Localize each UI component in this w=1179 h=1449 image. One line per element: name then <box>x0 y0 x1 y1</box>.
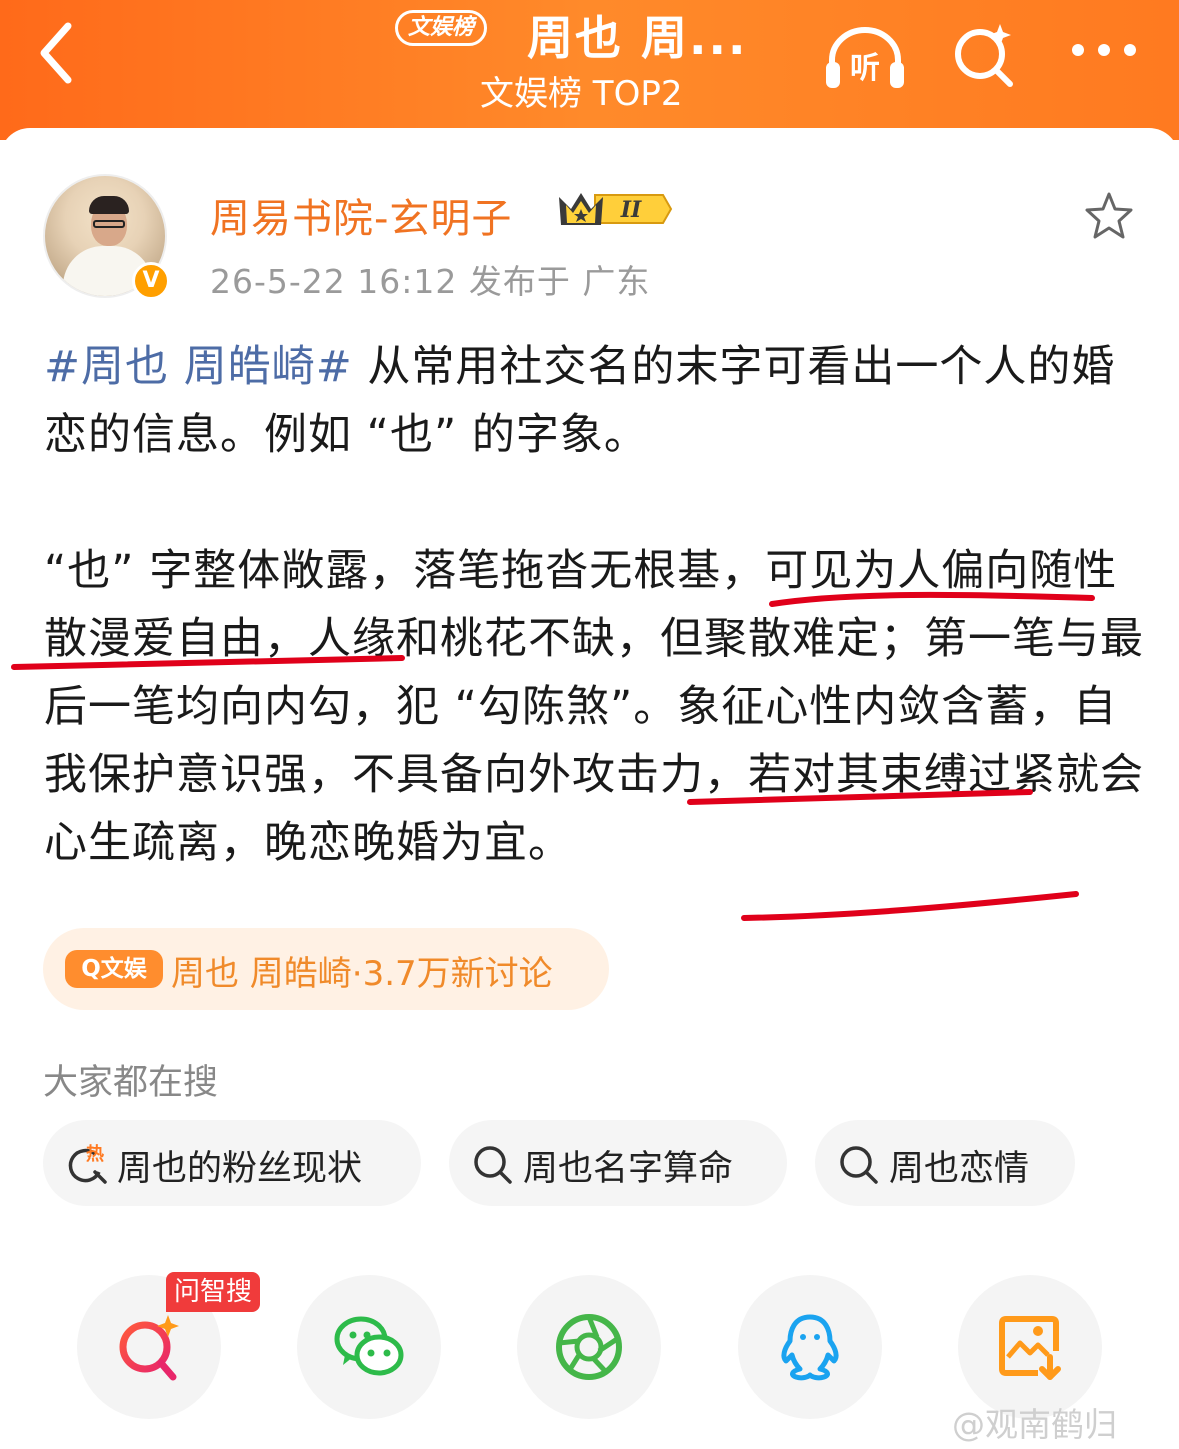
search-suggestion-3[interactable]: 周也恋情 <box>815 1120 1075 1206</box>
favorite-star-icon[interactable] <box>1083 190 1135 242</box>
search-suggestion-2[interactable]: 周也名字算命 <box>449 1120 787 1206</box>
post-paragraph-1: #周也 周皓崎# 从常用社交名的末字可看出一个人的婚恋的信息。例如 “也” 的字… <box>44 333 1144 469</box>
author-name[interactable]: 周易书院-玄明子 <box>210 186 512 244</box>
post-paragraph-2: “也” 字整体敞露，落笔拖沓无根基，可见为人偏向随性散漫爱自由，人缘和桃花不缺，… <box>44 546 1144 868</box>
search-suggestion-label: 周也恋情 <box>889 1149 1030 1189</box>
topic-tag: Q文娱 <box>65 950 163 988</box>
share-wechat-button[interactable] <box>297 1275 441 1419</box>
search-suggestion-label: 周也的粉丝现状 <box>117 1149 363 1189</box>
listen-icon-label: 听 <box>850 51 880 86</box>
search-icon <box>840 1146 878 1184</box>
top-bar: 文娱榜 周也 周... 文娱榜 TOP2 听 <box>0 0 1179 140</box>
search-suggestion-1[interactable]: 热 周也的粉丝现状 <box>43 1120 421 1206</box>
ranking-brand-pill: 文娱榜 <box>395 10 488 46</box>
header-title-group[interactable]: 文娱榜 周也 周... 文娱榜 TOP2 <box>395 2 795 122</box>
listen-icon[interactable]: 听 <box>822 22 908 92</box>
wechat-icon <box>334 1316 404 1376</box>
watermark: @观南鹤归 <box>952 1405 1117 1444</box>
ai-search-share-icon <box>119 1315 179 1381</box>
ai-search-icon[interactable] <box>948 18 1020 90</box>
save-image-icon <box>999 1316 1061 1380</box>
verified-badge: V <box>132 262 170 300</box>
page-subtitle: 文娱榜 TOP2 <box>480 74 683 114</box>
section-title: 大家都在搜 <box>43 1063 219 1103</box>
qq-icon <box>781 1314 839 1381</box>
hot-label: 热 <box>86 1143 104 1165</box>
crown-level-icon[interactable]: II <box>555 187 673 231</box>
level-text: II <box>620 197 642 223</box>
topic-chip[interactable]: Q文娱 周也 周皓崎·3.7万新讨论 <box>43 928 609 1010</box>
moments-icon <box>556 1314 622 1380</box>
hot-search-icon: 热 <box>68 1143 107 1184</box>
post-meta: 26-5-22 16:12 发布于 广东 <box>210 262 651 301</box>
search-suggestion-label: 周也名字算命 <box>523 1149 734 1189</box>
topic-text: 周也 周皓崎·3.7万新讨论 <box>171 954 553 994</box>
back-arrow-icon[interactable] <box>30 18 90 88</box>
ai-search-label: 问智搜 <box>166 1272 261 1312</box>
post-body: #周也 周皓崎# 从常用社交名的末字可看出一个人的婚恋的信息。例如 “也” 的字… <box>44 333 1144 877</box>
hashtag-link[interactable]: #周也 周皓崎# <box>44 342 353 392</box>
share-qq-button[interactable] <box>738 1275 882 1419</box>
more-options-icon[interactable] <box>1068 40 1140 60</box>
share-moments-button[interactable] <box>517 1275 661 1419</box>
search-icon <box>474 1146 512 1184</box>
page-title: 周也 周... <box>527 11 748 65</box>
